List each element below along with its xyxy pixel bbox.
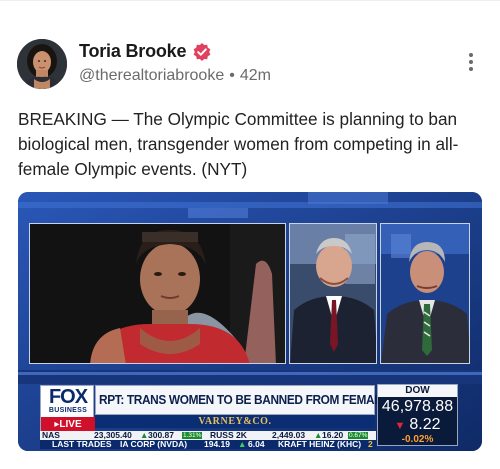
show-bar: VARNEY&CO. [95,415,375,428]
news-chyron: FOX BUSINESS ▸LIVE RPT: TRANS WOMEN TO B… [40,384,476,449]
post-media-image[interactable]: FOX BUSINESS ▸LIVE RPT: TRANS WOMEN TO B… [18,192,482,451]
down-triangle-icon: ▼ [394,420,406,432]
fox-business-logo: FOX BUSINESS ▸LIVE [40,385,95,432]
ticker-item1-name: IA CORP (NVDA) [120,439,188,449]
post-header: Toria Brooke @therealtoriabrooke • 42m [17,39,483,91]
dow-change: 8.22 [409,416,441,433]
ticker-item1-change: 6.04 [248,439,265,449]
post-body: BREAKING — The Olympic Committee is plan… [18,109,459,179]
last-trades-label: LAST TRADES [52,439,112,449]
dow-label: DOW [378,385,457,397]
author-row: Toria Brooke [79,41,212,62]
ticker-item2-price: 2 [368,439,373,449]
show-name: VARNEY&CO. [198,416,272,427]
meta-separator: • [229,67,235,84]
dow-index-box: DOW 46,978.88 ▼ 8.22 -0.02% [377,384,458,446]
headline-bar: RPT: TRANS WOMEN TO BE BANNED FROM FEMAL… [95,385,450,415]
dow-change-row: ▼ 8.22 [378,416,457,435]
host-video-panel [289,223,377,364]
ticker-item1-up-icon: ▲ [238,439,247,449]
verified-badge-icon [192,42,212,62]
last-trades-ticker: LAST TRADES IA CORP (NVDA) 194.19 ▲ 6.04… [40,440,376,449]
ticker-russ-pct: 0.67% [348,432,369,439]
dow-value: 46,978.88 [381,398,454,415]
guest-video-panel [380,223,470,364]
chyron-headline: RPT: TRANS WOMEN TO BE BANNED FROM FEMAL… [99,392,450,407]
top-divider [0,0,500,1]
ticker-item2-name: KRAFT HEINZ (KHC) [278,439,362,449]
dow-percent: -0.02% [401,434,434,445]
more-vertical-icon[interactable] [467,53,475,75]
post-meta: @therealtoriabrooke • 42m [79,67,271,85]
author-handle[interactable]: @therealtoriabrooke [79,67,224,84]
logo-main-text: FOX [48,386,88,408]
post-timestamp[interactable]: 42m [240,67,271,84]
live-label: LIVE [59,419,82,430]
ticker-item1-price: 194.19 [204,439,230,449]
avatar[interactable] [17,39,67,89]
ticker-nas-pct: 1.31% [182,432,203,439]
athlete-video-panel [29,223,286,364]
logo-sub-text: BUSINESS [48,407,88,414]
author-name[interactable]: Toria Brooke [79,41,186,62]
